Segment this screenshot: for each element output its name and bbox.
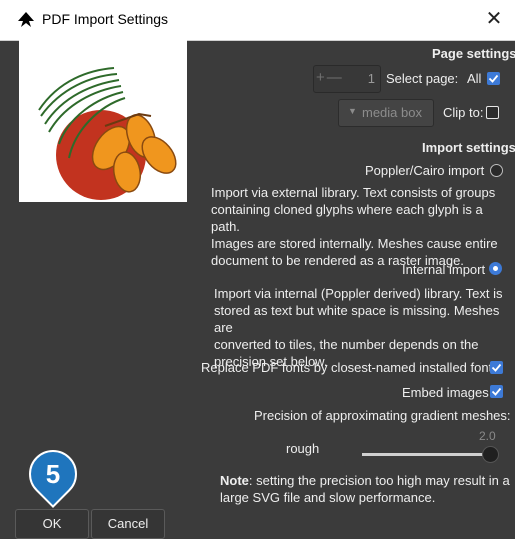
precision-level-label: rough bbox=[286, 441, 320, 456]
page-preview bbox=[19, 40, 187, 202]
box-type-dropdown[interactable]: ▼ media box bbox=[338, 99, 434, 127]
precision-note: Note: setting the precision too high may… bbox=[220, 473, 510, 505]
embed-images-label: Embed images bbox=[402, 385, 489, 400]
replace-fonts-label: Replace PDF fonts by closest-named insta… bbox=[201, 360, 499, 375]
precision-label: Precision of approximating gradient mesh… bbox=[254, 408, 511, 423]
select-page-label: Select page: bbox=[386, 71, 459, 86]
spinner-buttons[interactable]: +— bbox=[316, 69, 344, 86]
note-label: Note bbox=[220, 473, 249, 488]
precision-slider-handle[interactable] bbox=[482, 446, 499, 463]
close-icon[interactable]: ✕ bbox=[483, 7, 505, 31]
title-bar: PDF Import Settings ✕ bbox=[0, 0, 515, 41]
internal-import-label: Internal import bbox=[402, 262, 486, 277]
all-label: All bbox=[467, 71, 482, 86]
checkmark-icon bbox=[488, 74, 499, 83]
step-badge-number: 5 bbox=[45, 459, 61, 489]
precision-slider-fill bbox=[362, 453, 489, 456]
internal-import-radio[interactable] bbox=[489, 262, 502, 275]
precision-value: 2.0 bbox=[479, 429, 496, 443]
clip-to-label: Clip to: bbox=[443, 105, 484, 120]
inkscape-logo-icon bbox=[18, 12, 34, 27]
all-pages-checkbox[interactable] bbox=[487, 72, 500, 85]
poppler-cairo-label: Poppler/Cairo import bbox=[365, 163, 485, 178]
page-number-spinner[interactable]: +— 1 bbox=[313, 65, 381, 93]
internal-description: Import via internal (Poppler derived) li… bbox=[214, 286, 503, 369]
poppler-cairo-radio[interactable] bbox=[490, 164, 503, 177]
import-settings-heading: Import settings bbox=[422, 140, 515, 155]
window-title: PDF Import Settings bbox=[42, 11, 169, 27]
clip-to-checkbox[interactable] bbox=[486, 106, 499, 119]
box-type-value: media box bbox=[362, 105, 422, 120]
checkmark-icon bbox=[491, 387, 502, 396]
poppler-description: Import via external library. Text consis… bbox=[211, 185, 498, 268]
embed-images-checkbox[interactable] bbox=[490, 385, 503, 398]
preview-image bbox=[38, 67, 177, 200]
checkmark-icon bbox=[491, 363, 502, 372]
page-settings-heading: Page settings bbox=[432, 46, 515, 61]
replace-fonts-checkbox[interactable] bbox=[490, 361, 503, 374]
spinner-value: 1 bbox=[367, 71, 375, 86]
dropdown-arrow-icon: ▼ bbox=[348, 106, 357, 116]
